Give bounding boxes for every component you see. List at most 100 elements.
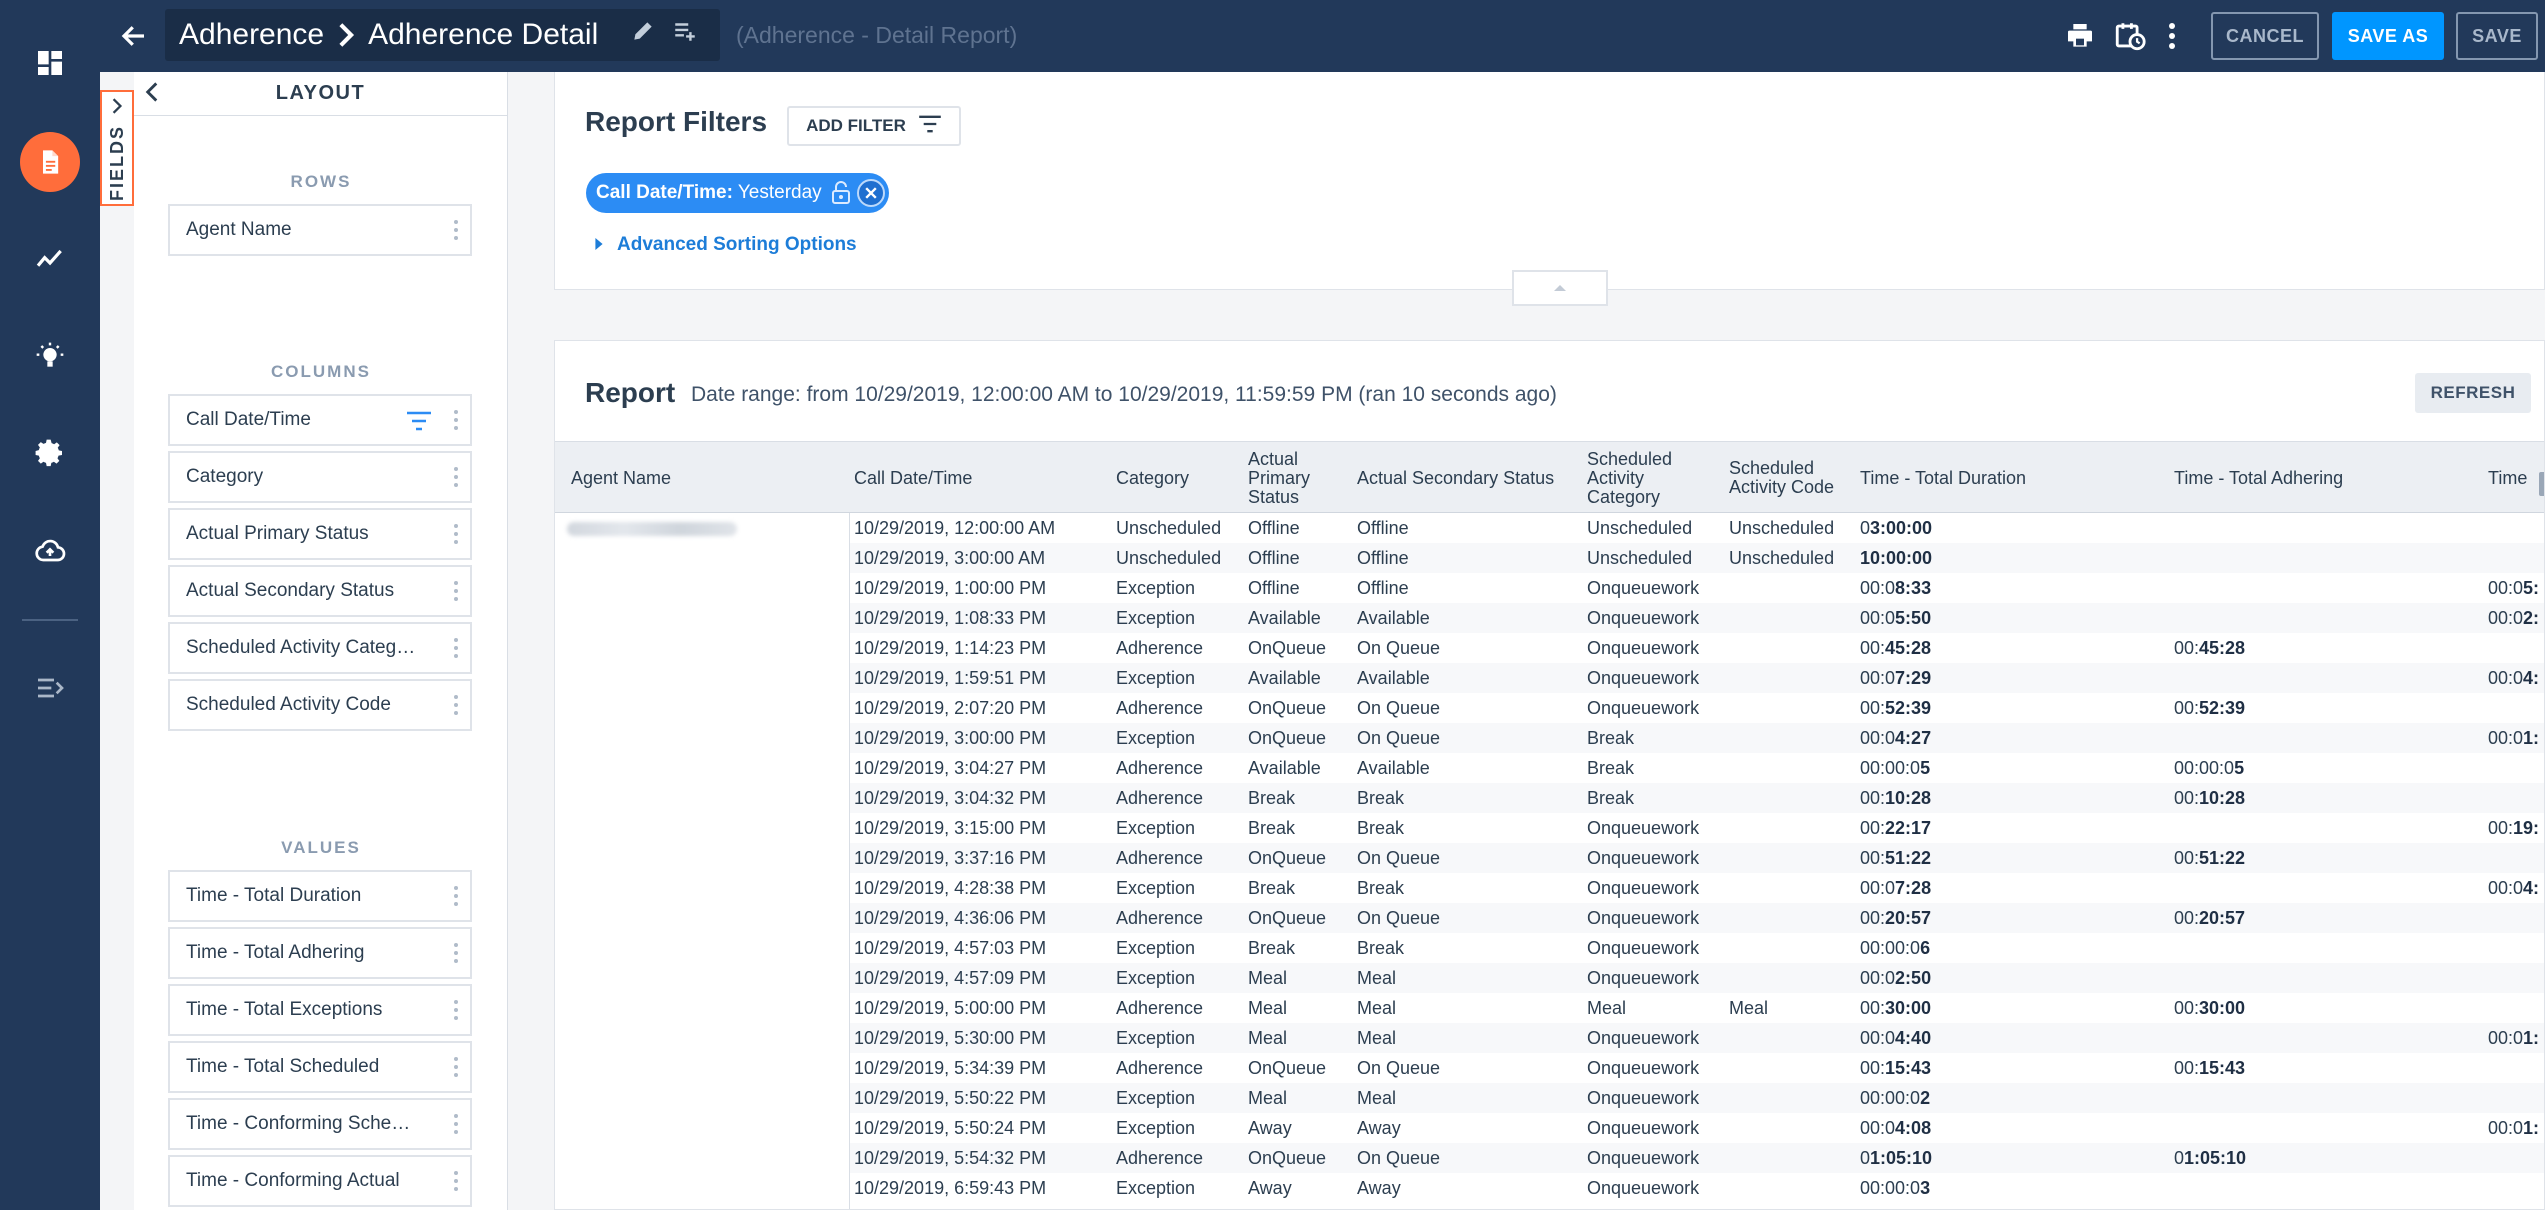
cell-total-duration: 00:52:39: [1860, 693, 1931, 723]
add-filter-button[interactable]: ADD FILTER: [787, 106, 961, 146]
value-field-total-scheduled[interactable]: Time - Total Scheduled: [168, 1041, 472, 1093]
cancel-button[interactable]: CANCEL: [2211, 12, 2319, 60]
column-header-total-adhering[interactable]: Time - Total Adhering: [2174, 442, 2474, 514]
table-row[interactable]: 10/29/2019, 2:07:20 PM Adherence OnQueue On…: [850, 693, 2544, 723]
drag-handle-icon[interactable]: [454, 886, 458, 906]
table-row[interactable]: 10/29/2019, 3:15:00 PM Exception Break Brea…: [850, 813, 2544, 843]
column-header-scheduled-activity-code[interactable]: Scheduled Activity Code: [1729, 442, 1839, 514]
refresh-button[interactable]: REFRESH: [2415, 373, 2531, 413]
value-field-conforming-actual[interactable]: Time - Conforming Actual: [168, 1155, 472, 1207]
drag-handle-icon[interactable]: [454, 524, 458, 544]
table-row[interactable]: 10/29/2019, 4:57:03 PM Exception Break Brea…: [850, 933, 2544, 963]
cell-total-adhering-value: 15:43: [2199, 1058, 2246, 1078]
drag-handle-icon[interactable]: [454, 1171, 458, 1191]
column-field-actual-primary-status[interactable]: Actual Primary Status: [168, 508, 472, 560]
column-header-scheduled-activity-category[interactable]: Scheduled Activity Category: [1587, 442, 1717, 514]
dashboard-icon[interactable]: [20, 33, 80, 93]
value-field-total-adhering[interactable]: Time - Total Adhering: [168, 927, 472, 979]
schedule-icon[interactable]: [2112, 18, 2148, 54]
drag-handle-icon[interactable]: [454, 581, 458, 601]
table-row[interactable]: 10/29/2019, 1:08:33 PM Exception Available…: [850, 603, 2544, 633]
drag-handle-icon[interactable]: [454, 1114, 458, 1134]
cell-total-adhering: 00:45:28: [2174, 633, 2245, 663]
report-icon[interactable]: [20, 132, 80, 192]
table-row[interactable]: 10/29/2019, 4:28:38 PM Exception Break Brea…: [850, 873, 2544, 903]
breadcrumb-item-adherence[interactable]: Adherence: [179, 18, 324, 52]
table-row[interactable]: 10/29/2019, 12:00:00 AM Unscheduled Offlin…: [850, 513, 2544, 543]
table-row[interactable]: 10/29/2019, 6:59:43 PM Exception Away Away O…: [850, 1173, 2544, 1203]
cloud-upload-icon[interactable]: [20, 522, 80, 582]
collapse-panel-chevron-icon[interactable]: [144, 82, 160, 107]
remove-filter-close-icon[interactable]: [857, 179, 885, 207]
column-header-actual-secondary-status[interactable]: Actual Secondary Status: [1357, 442, 1567, 514]
row-field-agent-name[interactable]: Agent Name: [168, 204, 472, 256]
table-row[interactable]: 10/29/2019, 3:37:16 PM Adherence OnQueue On…: [850, 843, 2544, 873]
more-vertical-icon[interactable]: [2154, 18, 2190, 54]
save-as-button[interactable]: SAVE AS: [2332, 12, 2444, 60]
table-row[interactable]: 10/29/2019, 5:34:39 PM Adherence OnQueue On…: [850, 1053, 2544, 1083]
table-row[interactable]: 10/29/2019, 5:54:32 PM Adherence OnQueue On…: [850, 1143, 2544, 1173]
analytics-icon[interactable]: [20, 229, 80, 289]
drag-handle-icon[interactable]: [454, 410, 458, 430]
value-field-total-exceptions[interactable]: Time - Total Exceptions: [168, 984, 472, 1036]
column-field-category[interactable]: Category: [168, 451, 472, 503]
cell-call-date-time: 10/29/2019, 5:50:22 PM: [854, 1088, 1047, 1108]
drag-handle-icon[interactable]: [454, 220, 458, 240]
lock-icon[interactable]: [831, 181, 851, 211]
cell-actual-secondary-status: On Queue: [1357, 728, 1441, 748]
cell-call-date-time: 10/29/2019, 3:00:00 AM: [854, 548, 1046, 568]
cell-actual-secondary-status: Away: [1357, 1178, 1401, 1198]
drag-handle-icon[interactable]: [454, 695, 458, 715]
collapse-filters-handle[interactable]: [1512, 270, 1608, 306]
column-header-time-truncated[interactable]: Time: [2488, 442, 2544, 514]
table-row[interactable]: 10/29/2019, 4:57:09 PM Exception Meal Meal O…: [850, 963, 2544, 993]
cell-category: Unscheduled: [1116, 548, 1222, 568]
column-field-scheduled-activity-code[interactable]: Scheduled Activity Code: [168, 679, 472, 731]
drag-handle-icon[interactable]: [454, 467, 458, 487]
save-button[interactable]: SAVE: [2456, 12, 2538, 60]
table-row[interactable]: 10/29/2019, 1:00:00 PM Exception Offline Of…: [850, 573, 2544, 603]
column-header-agent-name[interactable]: Agent Name: [571, 442, 841, 514]
column-header-category[interactable]: Category: [1116, 442, 1236, 514]
drag-handle-icon[interactable]: [454, 638, 458, 658]
table-row[interactable]: 10/29/2019, 1:14:23 PM Adherence OnQueue On…: [850, 633, 2544, 663]
print-icon[interactable]: [2062, 18, 2098, 54]
table-row[interactable]: 10/29/2019, 5:50:24 PM Exception Away Away O…: [850, 1113, 2544, 1143]
back-arrow-icon[interactable]: [112, 14, 156, 58]
value-field-total-duration[interactable]: Time - Total Duration: [168, 870, 472, 922]
table-row[interactable]: 10/29/2019, 5:50:22 PM Exception Meal Meal O…: [850, 1083, 2544, 1113]
insights-icon[interactable]: [20, 326, 80, 386]
caret-right-icon: [595, 234, 603, 256]
cell-time-truncated: 00:01:: [2488, 1113, 2539, 1143]
fields-tab[interactable]: FIELDS: [100, 90, 134, 206]
advanced-sorting-link[interactable]: Advanced Sorting Options: [595, 234, 857, 256]
edit-pencil-icon[interactable]: [630, 18, 656, 49]
settings-icon[interactable]: [20, 423, 80, 483]
table-row[interactable]: 10/29/2019, 4:36:06 PM Adherence OnQueue On…: [850, 903, 2544, 933]
drag-handle-icon[interactable]: [454, 1000, 458, 1020]
column-field-actual-secondary-status[interactable]: Actual Secondary Status: [168, 565, 472, 617]
add-to-list-icon[interactable]: [672, 18, 698, 49]
horizontal-scrollbar-thumb[interactable]: [2539, 472, 2544, 496]
drag-handle-icon[interactable]: [454, 943, 458, 963]
table-row[interactable]: 10/29/2019, 3:04:32 PM Adherence Break Brea…: [850, 783, 2544, 813]
filter-icon[interactable]: [406, 411, 432, 437]
column-header-total-duration[interactable]: Time - Total Duration: [1860, 442, 2160, 514]
table-row[interactable]: 10/29/2019, 3:00:00 PM Exception OnQueue On…: [850, 723, 2544, 753]
column-header-call-date-time[interactable]: Call Date/Time: [854, 442, 1104, 514]
column-header-actual-primary-status[interactable]: Actual Primary Status: [1248, 442, 1348, 514]
value-field-conforming-scheduled[interactable]: Time - Conforming Schedul...: [168, 1098, 472, 1150]
table-row[interactable]: 10/29/2019, 5:00:00 PM Adherence Meal Meal M…: [850, 993, 2544, 1023]
table-row[interactable]: 10/29/2019, 1:59:51 PM Exception Available…: [850, 663, 2544, 693]
column-field-scheduled-activity-category[interactable]: Scheduled Activity Category: [168, 622, 472, 674]
table-row[interactable]: 10/29/2019, 5:30:00 PM Exception Meal Meal O…: [850, 1023, 2544, 1053]
column-field-call-date-time[interactable]: Call Date/Time: [168, 394, 472, 446]
table-row[interactable]: 10/29/2019, 3:04:27 PM Adherence Available…: [850, 753, 2544, 783]
drag-handle-icon[interactable]: [454, 1057, 458, 1077]
cell-total-adhering-value: 1:05:10: [2184, 1148, 2247, 1168]
table-row[interactable]: 10/29/2019, 3:00:00 AM Unscheduled Offline…: [850, 543, 2544, 573]
expand-menu-icon[interactable]: [20, 658, 80, 718]
cell-category: Adherence: [1116, 758, 1204, 778]
cell-actual-secondary-status: Available: [1357, 668, 1430, 688]
filter-chip-call-date[interactable]: Call Date/Time: Yesterday: [586, 173, 889, 213]
